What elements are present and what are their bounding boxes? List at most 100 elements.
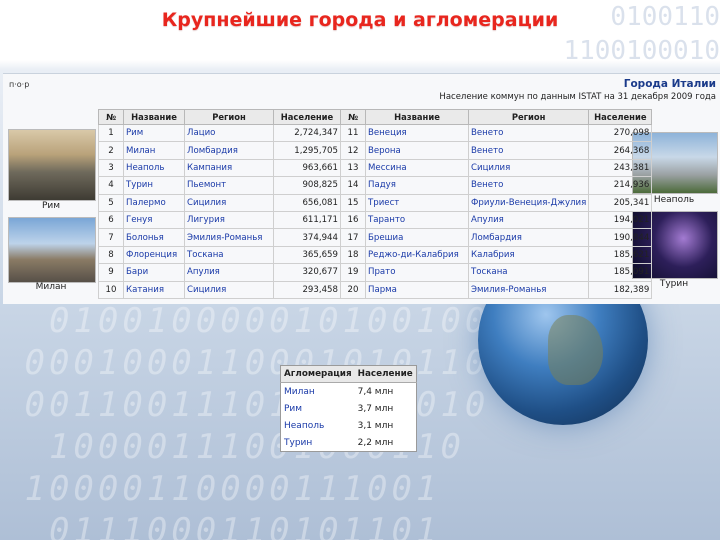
region-link[interactable]: Апулия: [184, 263, 274, 282]
city-name-link[interactable]: Парма: [365, 280, 469, 299]
panel-heading: Города Италии: [623, 78, 716, 90]
city-rank: 17: [340, 228, 366, 247]
region-link[interactable]: Сицилия: [184, 193, 274, 212]
city-population: 656,081: [273, 193, 341, 212]
city-population: 185,621: [588, 245, 653, 265]
col-agglomeration: Агломерация: [280, 365, 355, 383]
city-name-link[interactable]: Триест: [365, 193, 469, 212]
cities-table: № Название Регион Население № Название Р…: [98, 109, 653, 299]
table-row: 2 Милан Ломбардия 1,295,705 12 Верона Венето 26…: [98, 141, 653, 160]
agglomeration-population: 3,1 млн: [357, 420, 394, 431]
city-population: 264,368: [588, 141, 653, 160]
city-name-link[interactable]: Падуя: [365, 176, 469, 195]
region-link[interactable]: Ломбардия: [184, 141, 274, 160]
region-link[interactable]: Кампания: [184, 158, 274, 178]
city-rank: 4: [98, 176, 124, 195]
table-row: 8 Флоренция Тоскана 365,659 18 Реджо-ди-Калаб…: [98, 245, 653, 265]
city-rank: 2: [98, 141, 124, 160]
city-name-link[interactable]: Рим: [123, 123, 185, 143]
agglomeration-population: 2,2 млн: [357, 437, 394, 448]
city-rank: 7: [98, 228, 124, 247]
city-rank: 20: [340, 280, 366, 299]
city-name-link[interactable]: Таранто: [365, 210, 469, 230]
table-row: 5 Палермо Сицилия 656,081 15 Триест Фриули-Вен…: [98, 193, 653, 212]
agglomeration-name-link[interactable]: Рим: [281, 400, 355, 417]
col-number-2[interactable]: №: [340, 109, 366, 125]
city-name-link[interactable]: Брешиа: [365, 228, 469, 247]
city-population: 270,098: [588, 123, 653, 143]
table-row: 6 Генуя Лигурия 611,171 16 Таранто Апулия 194,0…: [98, 210, 653, 230]
rome-photo[interactable]: [8, 129, 96, 201]
city-population: 963,661: [273, 158, 341, 178]
city-name-link[interactable]: Неаполь: [123, 158, 185, 178]
city-name-link[interactable]: Мессина: [365, 158, 469, 178]
panel-subheading: Население коммун по данным ISTAT на 31 д…: [439, 92, 716, 102]
region-link[interactable]: Фриули-Венеция-Джулия: [467, 193, 590, 212]
col-population-2[interactable]: Население: [588, 109, 653, 125]
city-population: 365,659: [273, 245, 341, 265]
city-name-link[interactable]: Турин: [123, 176, 185, 195]
city-name-link[interactable]: Флоренция: [123, 245, 185, 265]
city-name-link[interactable]: Верона: [365, 141, 469, 160]
milan-caption[interactable]: Милан: [8, 282, 94, 292]
table-row: 10 Катания Сицилия 293,458 20 Парма Эмилия-Ром…: [98, 280, 653, 299]
cities-table-header: № Название Регион Население № Название Р…: [98, 109, 653, 125]
region-link[interactable]: Венето: [467, 123, 590, 143]
city-rank: 18: [340, 245, 366, 265]
agglomeration-name-link[interactable]: Неаполь: [281, 417, 355, 434]
region-link[interactable]: Калабрия: [467, 245, 590, 265]
region-link[interactable]: Ломбардия: [467, 228, 590, 247]
city-name-link[interactable]: Бари: [123, 263, 185, 282]
milan-photo[interactable]: [8, 217, 96, 283]
table-row: Турин 2,2 млн: [281, 434, 417, 452]
city-rank: 1: [98, 123, 124, 143]
table-row: 7 Болонья Эмилия-Романья 374,944 17 Брешиа Лом…: [98, 228, 653, 247]
city-population: 2,724,347: [273, 123, 341, 143]
agglomeration-population: 3,7 млн: [357, 403, 394, 414]
city-name-link[interactable]: Болонья: [123, 228, 185, 247]
region-link[interactable]: Эмилия-Романья: [467, 280, 590, 299]
region-link[interactable]: Венето: [467, 176, 590, 195]
region-link[interactable]: Лигурия: [184, 210, 274, 230]
city-name-link[interactable]: Катания: [123, 280, 185, 299]
col-population[interactable]: Население: [273, 109, 341, 125]
region-link[interactable]: Пьемонт: [184, 176, 274, 195]
region-link[interactable]: Сицилия: [184, 280, 274, 299]
col-name-2[interactable]: Название: [365, 109, 469, 125]
city-rank: 15: [340, 193, 366, 212]
agglomeration-name-link[interactable]: Милан: [281, 383, 355, 401]
region-link[interactable]: Лацио: [184, 123, 274, 143]
col-region[interactable]: Регион: [184, 109, 274, 125]
region-link[interactable]: Тоскана: [467, 263, 590, 282]
region-link[interactable]: Сицилия: [467, 158, 590, 178]
city-rank: 12: [340, 141, 366, 160]
city-name-link[interactable]: Милан: [123, 141, 185, 160]
city-name-link[interactable]: Генуя: [123, 210, 185, 230]
col-agglomeration-population: Население: [354, 365, 417, 383]
city-population: 194,021: [588, 210, 653, 230]
agglomeration-population: 7,4 млн: [357, 386, 394, 397]
col-number[interactable]: №: [98, 109, 124, 125]
city-name-link[interactable]: Венеция: [365, 123, 469, 143]
city-population: 214,936: [588, 176, 653, 195]
agglomeration-name-link[interactable]: Турин: [281, 434, 355, 452]
city-rank: 6: [98, 210, 124, 230]
city-rank: 3: [98, 158, 124, 178]
region-link[interactable]: Венето: [467, 141, 590, 160]
city-rank: 14: [340, 176, 366, 195]
city-name-link[interactable]: Реджо-ди-Калабрия: [365, 245, 469, 265]
table-row: 4 Турин Пьемонт 908,825 14 Падуя Венето 214,936: [98, 176, 653, 195]
city-name-link[interactable]: Палермо: [123, 193, 185, 212]
city-name-link[interactable]: Прато: [365, 263, 469, 282]
region-link[interactable]: Апулия: [467, 210, 590, 230]
city-population: 293,458: [273, 280, 341, 299]
table-row: Неаполь 3,1 млн: [281, 417, 417, 434]
nav-links[interactable]: п·о·р: [9, 80, 29, 89]
col-region-2[interactable]: Регион: [467, 109, 590, 125]
table-row: Рим 3,7 млн: [281, 400, 417, 417]
city-population: 908,825: [273, 176, 341, 195]
region-link[interactable]: Тоскана: [184, 245, 274, 265]
region-link[interactable]: Эмилия-Романья: [184, 228, 274, 247]
col-name[interactable]: Название: [123, 109, 185, 125]
rome-caption[interactable]: Рим: [8, 201, 94, 211]
